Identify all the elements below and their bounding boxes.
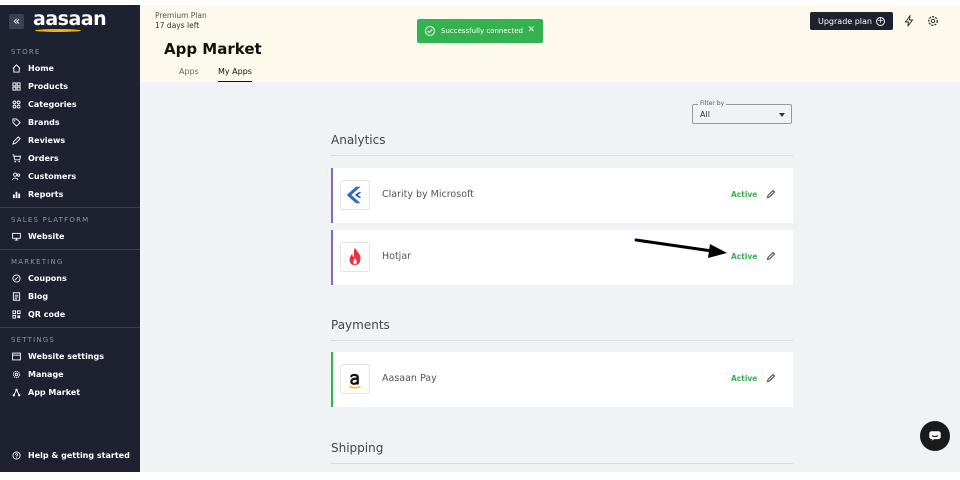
home-icon bbox=[11, 63, 21, 73]
plus-circle-icon: + bbox=[876, 16, 886, 26]
sidebar-item-qr-code[interactable]: QR code bbox=[0, 305, 140, 323]
app-name: Hotjar bbox=[382, 251, 412, 262]
section-divider bbox=[331, 463, 793, 464]
chat-icon bbox=[929, 431, 941, 441]
sidebar-section-marketing: MARKETING bbox=[11, 258, 64, 266]
sidebar-item-website[interactable]: Website bbox=[0, 227, 140, 245]
lightning-icon[interactable] bbox=[903, 15, 915, 27]
app-card-aasaan-pay[interactable]: Aasaan Pay Active bbox=[331, 352, 793, 407]
sidebar-divider bbox=[0, 249, 140, 250]
top-header: Premium Plan 17 days left App Market App… bbox=[140, 5, 960, 83]
app-name: Aasaan Pay bbox=[382, 373, 437, 384]
settings-window-icon bbox=[11, 351, 21, 361]
sidebar-section-sales-platform: SALES PLATFORM bbox=[11, 216, 90, 224]
sidebar-item-website-settings[interactable]: Website settings bbox=[0, 347, 140, 365]
tab-apps[interactable]: Apps bbox=[179, 67, 199, 83]
caret-down-icon bbox=[779, 113, 785, 117]
close-toast-icon[interactable]: ✕ bbox=[527, 25, 535, 35]
categories-icon bbox=[11, 99, 21, 109]
sidebar-divider bbox=[0, 207, 140, 208]
bar-chart-icon bbox=[11, 189, 21, 199]
sidebar-item-customers[interactable]: Customers bbox=[0, 167, 140, 185]
sidebar-section-store: STORE bbox=[11, 48, 41, 56]
customers-icon bbox=[11, 171, 21, 181]
sidebar-item-reports[interactable]: Reports bbox=[0, 185, 140, 203]
sidebar-item-manage[interactable]: Manage bbox=[0, 365, 140, 383]
help-link[interactable]: Help & getting started bbox=[0, 446, 140, 464]
gear-icon[interactable] bbox=[927, 15, 939, 27]
sidebar: « aasaan STORE Home Products Categories … bbox=[0, 5, 140, 472]
section-title-shipping: Shipping bbox=[331, 441, 384, 455]
sidebar-item-orders[interactable]: Orders bbox=[0, 149, 140, 167]
sidebar-item-categories[interactable]: Categories bbox=[0, 95, 140, 113]
section-title-payments: Payments bbox=[331, 318, 390, 332]
sidebar-item-brands[interactable]: Brands bbox=[0, 113, 140, 131]
plan-days-left: 17 days left bbox=[155, 21, 200, 30]
sidebar-section-settings: SETTINGS bbox=[11, 336, 56, 344]
document-icon bbox=[11, 291, 21, 301]
toast-message: Successfully connected bbox=[441, 27, 523, 35]
app-market-icon bbox=[11, 387, 21, 397]
aasaan-pay-logo bbox=[340, 364, 370, 394]
sidebar-divider bbox=[0, 327, 140, 328]
pencil-icon[interactable] bbox=[766, 251, 776, 261]
coupon-icon bbox=[11, 273, 21, 283]
tag-icon bbox=[11, 117, 21, 127]
sidebar-item-app-market[interactable]: App Market bbox=[0, 383, 140, 401]
products-icon bbox=[11, 81, 21, 91]
plan-name[interactable]: Premium Plan bbox=[155, 11, 207, 20]
gear-icon bbox=[11, 369, 21, 379]
cart-icon bbox=[11, 153, 21, 163]
reviews-icon bbox=[11, 135, 21, 145]
help-icon bbox=[11, 450, 21, 460]
pencil-icon[interactable] bbox=[766, 189, 776, 199]
aasaan-logo[interactable]: aasaan bbox=[33, 8, 107, 32]
tab-my-apps[interactable]: My Apps bbox=[218, 67, 252, 83]
status-badge: Active bbox=[731, 374, 758, 383]
pencil-icon[interactable] bbox=[766, 373, 776, 383]
sidebar-header: « aasaan bbox=[0, 5, 140, 37]
card-accent-bar bbox=[331, 230, 333, 285]
card-accent-bar bbox=[331, 352, 333, 407]
app-card-hotjar[interactable]: Hotjar Active bbox=[331, 230, 793, 285]
card-accent-bar bbox=[331, 168, 333, 223]
app-card-clarity[interactable]: Clarity by Microsoft Active bbox=[331, 168, 793, 223]
check-circle-icon bbox=[425, 26, 435, 36]
success-toast: Successfully connected ✕ bbox=[417, 19, 543, 43]
sidebar-item-coupons[interactable]: Coupons bbox=[0, 269, 140, 287]
filter-value: All bbox=[700, 110, 710, 119]
sidebar-item-blog[interactable]: Blog bbox=[0, 287, 140, 305]
section-title-analytics: Analytics bbox=[331, 133, 386, 147]
upgrade-plan-button[interactable]: Upgrade plan + bbox=[810, 12, 893, 30]
sidebar-item-products[interactable]: Products bbox=[0, 77, 140, 95]
chat-button[interactable] bbox=[920, 421, 950, 451]
filter-label: Filter by bbox=[698, 100, 727, 107]
main-content: Filter by All Analytics Clarity by Micro… bbox=[140, 82, 960, 472]
sidebar-item-reviews[interactable]: Reviews bbox=[0, 131, 140, 149]
section-divider bbox=[331, 340, 793, 341]
app-name: Clarity by Microsoft bbox=[382, 189, 474, 200]
page-title: App Market bbox=[164, 40, 262, 58]
status-badge: Active bbox=[731, 190, 758, 199]
section-divider bbox=[331, 155, 793, 156]
collapse-sidebar-icon[interactable]: « bbox=[9, 13, 24, 29]
filter-select[interactable]: Filter by All bbox=[692, 100, 792, 124]
qr-code-icon bbox=[11, 309, 21, 319]
monitor-icon bbox=[11, 231, 21, 241]
clarity-logo bbox=[340, 180, 370, 210]
status-badge: Active bbox=[731, 252, 758, 261]
hotjar-logo bbox=[340, 242, 370, 272]
sidebar-item-home[interactable]: Home bbox=[0, 59, 140, 77]
